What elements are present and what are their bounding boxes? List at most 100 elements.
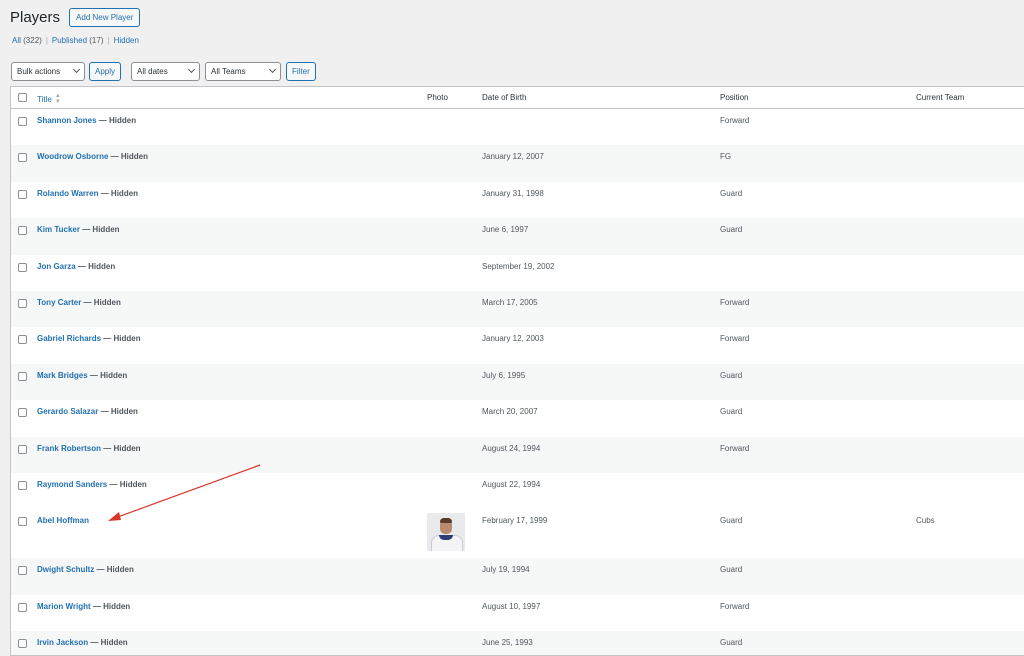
column-dob: Date of Birth: [482, 93, 527, 102]
row-checkbox[interactable]: [18, 335, 27, 345]
player-link[interactable]: Raymond Sanders: [37, 480, 107, 489]
table-row: Mark Bridges — Hidden July 6, 1995 Guard: [11, 363, 1024, 401]
dob-cell: March 17, 2005: [482, 297, 538, 307]
hair-shape: [440, 518, 452, 524]
player-title: Tony Carter — Hidden: [37, 297, 121, 307]
teams-select[interactable]: All Teams: [205, 62, 282, 81]
column-photo: Photo: [427, 93, 448, 102]
view-published-link[interactable]: Published (17): [52, 36, 104, 45]
position-cell: Guard: [720, 188, 743, 198]
dob-cell: February 17, 1999: [482, 516, 548, 526]
player-title: Mark Bridges — Hidden: [37, 370, 128, 380]
page-title: Players: [10, 9, 61, 26]
row-checkbox[interactable]: [18, 117, 27, 126]
table-row: Rolando Warren — Hidden January 31, 1998…: [11, 182, 1024, 218]
view-hidden-link[interactable]: Hidden: [114, 36, 139, 45]
player-title: Marion Wright — Hidden: [37, 601, 131, 611]
table-row: Irvin Jackson — Hidden June 25, 1993 Gua…: [11, 631, 1024, 655]
player-link[interactable]: Jon Garza: [37, 262, 76, 271]
player-link[interactable]: Shannon Jones: [37, 116, 97, 125]
dob-cell: August 24, 1994: [482, 443, 541, 453]
player-title: Jon Garza — Hidden: [37, 261, 116, 271]
view-all-link[interactable]: All (322): [12, 36, 42, 45]
add-new-player-button[interactable]: Add New Player: [69, 8, 141, 27]
column-team: Current Team: [916, 93, 965, 102]
player-link[interactable]: Tony Carter: [37, 298, 81, 307]
dob-cell: September 19, 2002: [482, 261, 555, 271]
row-checkbox[interactable]: [18, 639, 27, 649]
filter-button[interactable]: Filter: [286, 62, 316, 81]
row-checkbox[interactable]: [18, 480, 27, 490]
row-checkbox[interactable]: [18, 371, 27, 381]
player-photo: [427, 513, 465, 552]
player-link[interactable]: Mark Bridges: [37, 371, 88, 380]
table-header: Title ▲ ▼ Photo Date of Birth Position Cur…: [11, 87, 1024, 109]
position-cell: Guard: [720, 225, 743, 235]
row-checkbox[interactable]: [18, 517, 27, 527]
dob-cell: July 19, 1994: [482, 565, 530, 575]
table-row: Kim Tucker — Hidden June 6, 1997 Guard: [11, 218, 1024, 255]
player-title: Gabriel Richards — Hidden: [37, 334, 141, 344]
table-row: Dwight Schultz — Hidden July 19, 1994 Gu…: [11, 558, 1024, 595]
table-row: Frank Robertson — Hidden August 24, 1994…: [11, 436, 1024, 473]
row-checkbox[interactable]: [18, 602, 27, 612]
player-link[interactable]: Gerardo Salazar: [37, 407, 98, 416]
table-row: Tony Carter — Hidden March 17, 2005 Forw…: [11, 290, 1024, 328]
select-all-checkbox[interactable]: [18, 93, 27, 102]
player-link[interactable]: Frank Robertson: [37, 444, 101, 453]
row-checkbox[interactable]: [18, 444, 27, 454]
table-row: Gabriel Richards — Hidden January 12, 20…: [11, 327, 1024, 363]
player-link[interactable]: Woodrow Osborne: [37, 152, 108, 161]
table-row: Raymond Sanders — Hidden August 22, 1994: [11, 473, 1024, 509]
row-checkbox[interactable]: [18, 189, 27, 199]
player-link[interactable]: Abel Hoffman: [37, 516, 89, 525]
chevron-down-icon: [187, 65, 196, 74]
player-link[interactable]: Marion Wright: [37, 602, 91, 611]
table-row: Shannon Jones — Hidden Forward: [11, 109, 1024, 145]
player-title: Woodrow Osborne — Hidden: [37, 152, 148, 162]
position-cell: FG: [720, 152, 732, 162]
dob-cell: January 31, 1998: [482, 188, 544, 198]
position-cell: Forward: [720, 334, 750, 344]
team-cell: Cubs: [916, 516, 935, 526]
dob-cell: June 6, 1997: [482, 225, 529, 235]
dob-cell: March 20, 2007: [482, 407, 538, 417]
dob-cell: January 12, 2003: [482, 334, 544, 344]
player-link[interactable]: Rolando Warren: [37, 189, 98, 198]
table-row: Marion Wright — Hidden August 10, 1997 F…: [11, 595, 1024, 631]
apply-button[interactable]: Apply: [89, 62, 122, 81]
table-row: Abel Hoffman February 17, 1999 Guard Cub…: [11, 509, 1024, 559]
row-checkbox[interactable]: [18, 408, 27, 418]
player-link[interactable]: Gabriel Richards: [37, 334, 101, 343]
bulk-actions-select[interactable]: Bulk actions: [11, 62, 85, 81]
position-cell: Forward: [720, 443, 750, 453]
player-link[interactable]: Dwight Schultz: [37, 565, 94, 574]
table-row: Woodrow Osborne — Hidden January 12, 200…: [11, 145, 1024, 182]
player-title: Abel Hoffman: [37, 516, 89, 525]
position-cell: Forward: [720, 116, 750, 125]
player-link[interactable]: Kim Tucker: [37, 225, 80, 234]
player-title: Frank Robertson — Hidden: [37, 443, 141, 453]
player-title: Shannon Jones — Hidden: [37, 116, 137, 125]
position-cell: Guard: [720, 516, 743, 526]
page-header: Players Add New Player: [10, 8, 141, 27]
table-row: Jon Garza — Hidden September 19, 2002: [11, 255, 1024, 291]
dob-cell: August 10, 1997: [482, 601, 541, 611]
row-checkbox[interactable]: [18, 262, 27, 272]
player-title: Kim Tucker — Hidden: [37, 225, 120, 235]
column-title[interactable]: Title ▲ ▼: [37, 93, 61, 105]
chevron-down-icon: [268, 65, 277, 74]
players-table: Title ▲ ▼ Photo Date of Birth Position Cur…: [10, 86, 1024, 656]
row-checkbox[interactable]: [18, 226, 27, 236]
row-checkbox[interactable]: [18, 153, 27, 163]
position-cell: Forward: [720, 297, 750, 307]
chevron-down-icon: [72, 65, 81, 74]
player-title: Dwight Schultz — Hidden: [37, 565, 134, 575]
dob-cell: August 22, 1994: [482, 479, 541, 489]
row-checkbox[interactable]: [18, 566, 27, 576]
view-separator: |: [45, 36, 48, 45]
table-row: Gerardo Salazar — Hidden March 20, 2007 …: [11, 400, 1024, 436]
row-checkbox[interactable]: [18, 298, 27, 308]
dates-select[interactable]: All dates: [131, 62, 201, 81]
position-cell: Guard: [720, 565, 743, 575]
